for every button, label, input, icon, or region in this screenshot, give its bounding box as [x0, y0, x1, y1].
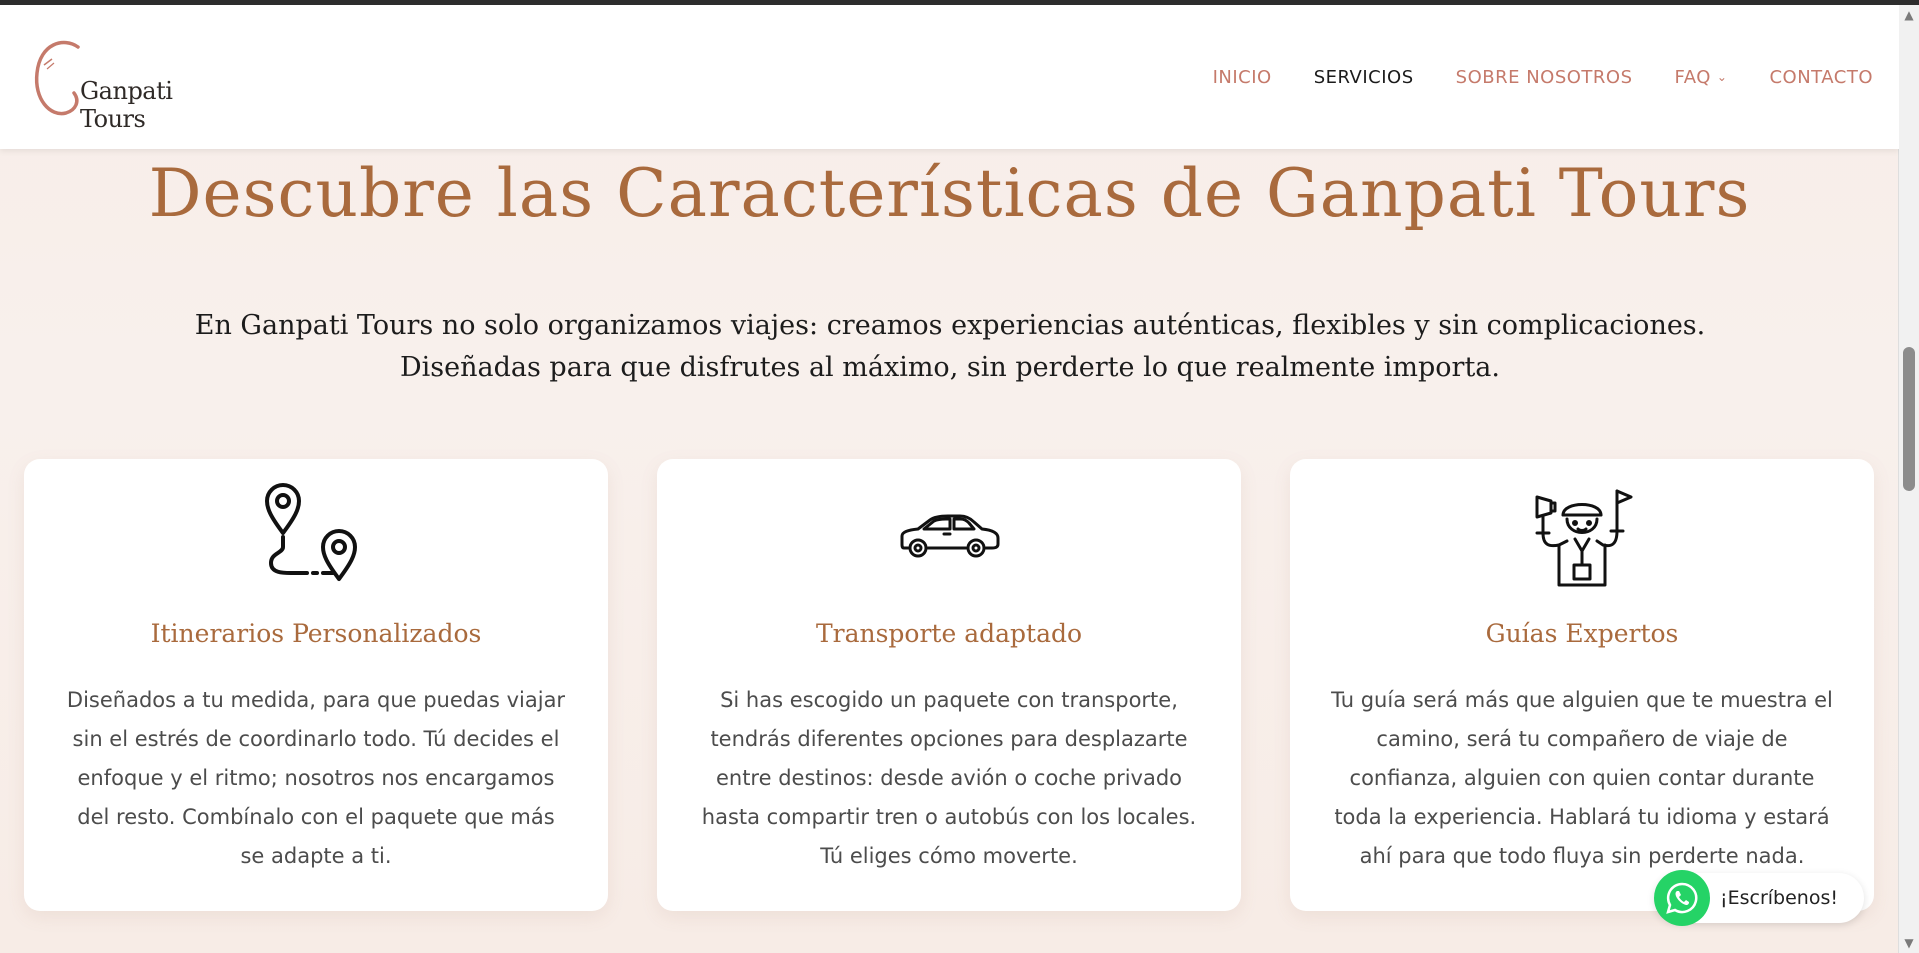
nav-item-contacto[interactable]: CONTACTO: [1769, 67, 1873, 88]
logo[interactable]: Ganpati Tours: [30, 35, 220, 133]
scroll-down-arrow-icon[interactable]: ▼: [1899, 933, 1919, 953]
intro-line-2: Diseñadas para que disfrutes al máximo, …: [400, 352, 1500, 383]
feature-card-itinerarios: Itinerarios Personalizados Diseñados a t…: [24, 459, 608, 911]
card-text: Si has escogido un paquete con transport…: [701, 688, 1197, 868]
card-text: Diseñados a tu medida, para que puedas v…: [66, 688, 566, 868]
card-text: Tu guía será más que alguien que te mues…: [1331, 688, 1833, 868]
whatsapp-button[interactable]: ¡Escríbenos!: [1654, 870, 1864, 926]
whatsapp-label: ¡Escríbenos!: [1720, 887, 1838, 909]
nav-item-faq-label: FAQ: [1674, 67, 1711, 88]
card-title: Transporte adaptado: [815, 619, 1083, 648]
card-title: Itinerarios Personalizados: [150, 619, 482, 648]
scroll-up-arrow-icon[interactable]: ▲: [1899, 5, 1919, 25]
feature-card-guias: Guías Expertos Tu guía será más que algu…: [1290, 459, 1874, 911]
main-nav: INICIO SERVICIOS SOBRE NOSOTROS FAQ ⌄ CON…: [1171, 67, 1873, 88]
logo-text: Ganpati Tours: [80, 77, 173, 133]
intro-line-1: En Ganpati Tours no solo organizamos via…: [194, 310, 1706, 341]
tour-guide-icon: [1535, 489, 1633, 587]
page-title: Descubre las Características de Ganpati …: [148, 155, 1751, 232]
intro-paragraph: En Ganpati Tours no solo organizamos via…: [150, 305, 1750, 389]
nav-item-servicios[interactable]: SERVICIOS: [1314, 67, 1414, 88]
car-icon: [900, 514, 1000, 558]
nav-item-faq[interactable]: FAQ ⌄: [1675, 67, 1728, 88]
nav-item-sobre-nosotros[interactable]: SOBRE NOSOTROS: [1456, 67, 1633, 88]
route-pins-icon: [265, 483, 357, 581]
whatsapp-icon: [1654, 870, 1710, 926]
scrollbar-thumb[interactable]: [1903, 347, 1915, 491]
nav-item-inicio[interactable]: INICIO: [1213, 67, 1272, 88]
page-scrollbar[interactable]: ▲ ▼: [1898, 5, 1919, 953]
feature-card-transporte: Transporte adaptado Si has escogido un p…: [657, 459, 1241, 911]
site-header: Ganpati Tours INICIO SERVICIOS SOBRE NOS…: [0, 5, 1899, 149]
page: Ganpati Tours INICIO SERVICIOS SOBRE NOS…: [0, 5, 1899, 953]
card-title: Guías Expertos: [1485, 619, 1679, 648]
chevron-down-icon: ⌄: [1716, 70, 1728, 84]
